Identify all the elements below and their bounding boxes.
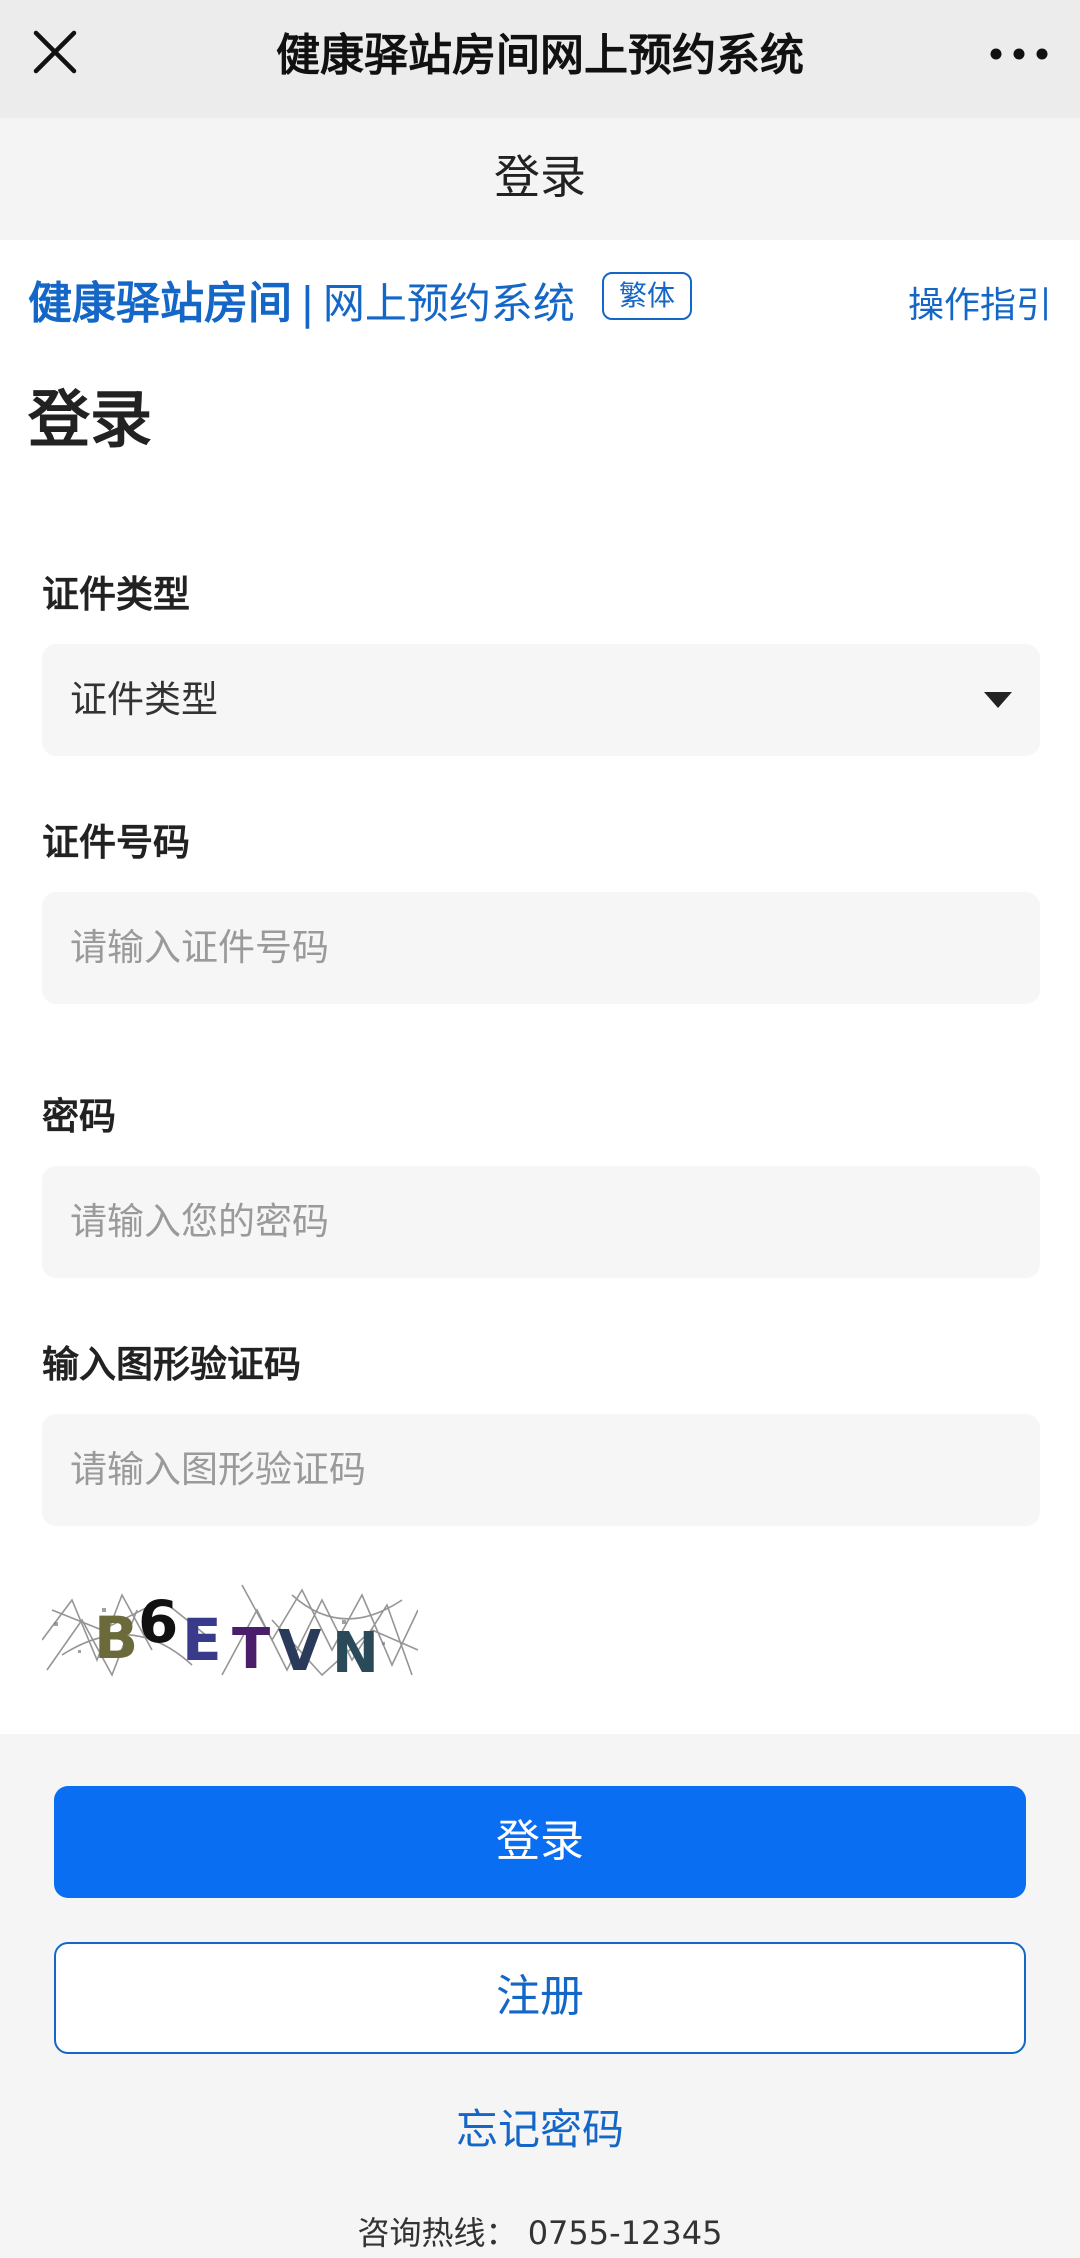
close-icon[interactable] bbox=[28, 25, 82, 79]
captcha-label: 输入图形验证码 bbox=[42, 1343, 301, 1386]
id-number-label: 证件号码 bbox=[42, 821, 190, 864]
forgot-password-link[interactable]: 忘记密码 bbox=[0, 2100, 1080, 2160]
id-type-label: 证件类型 bbox=[42, 573, 190, 616]
brand-name: 健康驿站房间 bbox=[28, 278, 292, 329]
id-type-select[interactable]: 证件类型 bbox=[42, 644, 1040, 756]
dropdown-caret-icon bbox=[984, 692, 1012, 708]
svg-text:T: T bbox=[232, 1617, 270, 1680]
hotline-text: 咨询热线： 0755-12345 bbox=[357, 2214, 723, 2252]
captcha-input[interactable]: 请输入图形验证码 bbox=[42, 1414, 1040, 1526]
svg-text:V: V bbox=[278, 1619, 322, 1680]
page-title: 登录 bbox=[28, 383, 153, 456]
language-toggle-button[interactable]: 繁体 bbox=[602, 272, 692, 320]
brand-header: 健康驿站房间 | 网上预约系统 bbox=[28, 274, 575, 334]
brand-system-name: 网上预约系统 bbox=[322, 279, 575, 328]
register-button[interactable]: 注册 bbox=[54, 1942, 1026, 2054]
more-dots-icon[interactable] bbox=[986, 34, 1052, 74]
brand-separator: | bbox=[300, 278, 315, 329]
svg-text:E: E bbox=[182, 1606, 222, 1674]
id-number-input[interactable]: 请输入证件号码 bbox=[42, 892, 1040, 1004]
window-title: 健康驿站房间网上预约系统 bbox=[276, 30, 804, 81]
svg-text:B: B bbox=[94, 1604, 138, 1672]
login-button[interactable]: 登录 bbox=[54, 1786, 1026, 1898]
svg-text:N: N bbox=[332, 1621, 379, 1680]
title-bar: 健康驿站房间网上预约系统 bbox=[0, 0, 1080, 118]
login-content: 健康驿站房间 | 网上预约系统 繁体 操作指引 登录 证件类型 证件类型 证件号码 … bbox=[0, 240, 1080, 1734]
id-type-selected-value: 证件类型 bbox=[70, 678, 218, 721]
captcha-image[interactable]: B 6 E T V N bbox=[42, 1580, 418, 1680]
page-subheader: 登录 bbox=[0, 118, 1080, 240]
password-label: 密码 bbox=[42, 1095, 116, 1138]
svg-text:6: 6 bbox=[138, 1588, 178, 1656]
operation-guide-link[interactable]: 操作指引 bbox=[908, 276, 1052, 336]
action-area: 登录 注册 忘记密码 咨询热线： 0755-12345 bbox=[0, 1734, 1080, 2252]
password-input[interactable]: 请输入您的密码 bbox=[42, 1166, 1040, 1278]
